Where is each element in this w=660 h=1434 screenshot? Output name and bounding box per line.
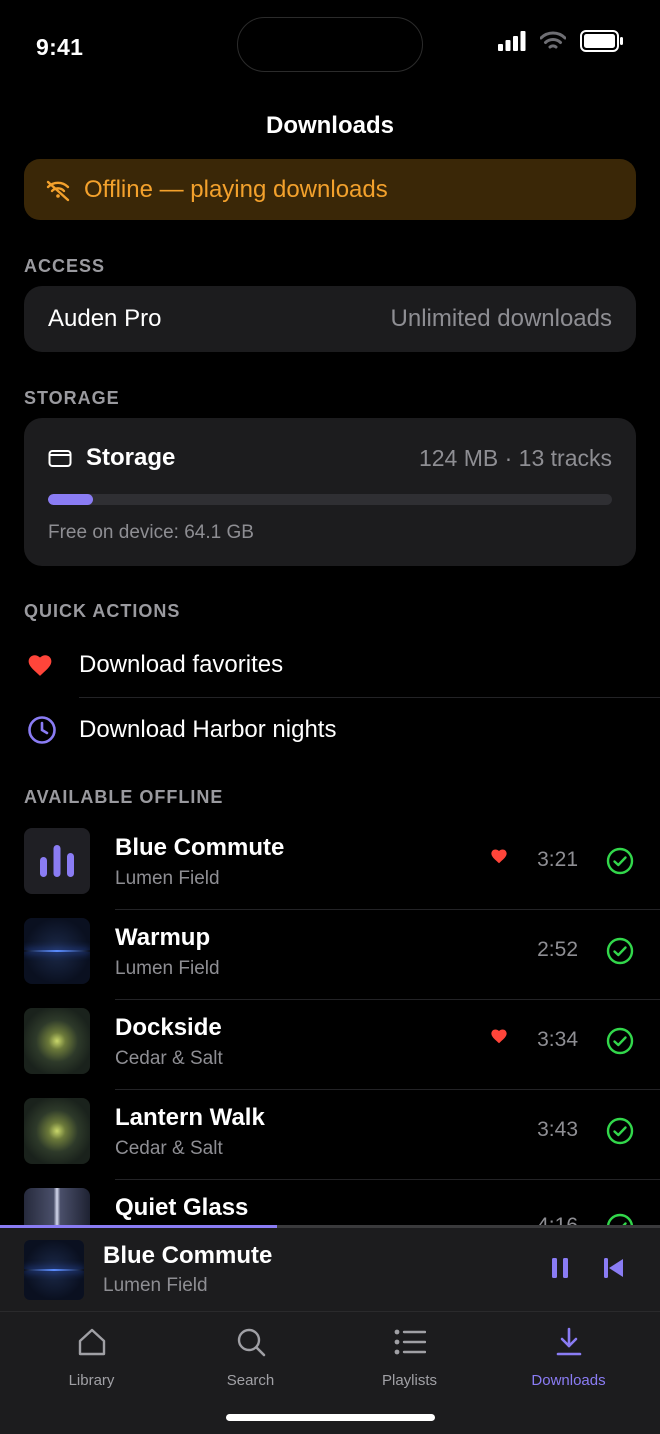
track-artist: Cedar & Salt	[115, 1138, 223, 1159]
track-artist: Lumen Field	[115, 958, 220, 979]
battery-icon	[580, 30, 624, 57]
downloaded-check-icon	[606, 1213, 634, 1225]
storage-progress-bar	[48, 494, 612, 505]
playback-progress-fill	[0, 1225, 278, 1228]
section-label-quick-actions: QUICK ACTIONS	[24, 601, 181, 621]
mini-player[interactable]: Blue Commute Lumen Field	[0, 1225, 660, 1311]
access-card[interactable]: Auden Pro Unlimited downloads	[24, 286, 636, 352]
tab-playlists[interactable]: Playlists	[327, 1312, 492, 1402]
list-icon	[394, 1326, 426, 1358]
downloaded-check-icon	[606, 847, 634, 875]
track-title: Dockside	[115, 1014, 222, 1041]
clock-icon	[27, 715, 57, 745]
signal-icon	[498, 31, 526, 56]
quick-action-label: Download Harbor nights	[79, 716, 337, 743]
track-title: Quiet Glass	[115, 1194, 249, 1221]
album-art	[24, 1008, 90, 1074]
album-art	[24, 1188, 90, 1225]
album-art	[24, 828, 90, 894]
tab-label: Downloads	[531, 1372, 606, 1389]
downloaded-check-icon	[606, 937, 634, 965]
track-duration: 3:34	[537, 1028, 578, 1051]
section-label-storage: STORAGE	[24, 388, 120, 408]
album-art	[24, 918, 90, 984]
track-duration: 3:43	[537, 1118, 578, 1141]
plan-name: Auden Pro	[48, 305, 162, 332]
track-row[interactable]: Blue Commute Lumen Field 3:21	[0, 820, 660, 910]
storage-free-text: Free on device: 64.1 GB	[48, 522, 254, 543]
downloaded-check-icon	[606, 1117, 634, 1145]
now-playing-art	[24, 1240, 84, 1300]
pause-button[interactable]	[549, 1256, 571, 1280]
downloaded-check-icon	[606, 1027, 634, 1055]
track-duration: 3:21	[537, 848, 578, 871]
storage-card: Storage 124 MB · 13 tracks Free on devic…	[24, 418, 636, 566]
now-playing-artist: Lumen Field	[103, 1275, 208, 1296]
home-indicator	[226, 1414, 435, 1421]
track-list: Blue Commute Lumen Field 3:21 Warmup Lum…	[0, 817, 660, 1225]
status-icons	[498, 30, 624, 57]
now-playing-title: Blue Commute	[103, 1242, 273, 1269]
tab-label: Search	[226, 1372, 275, 1389]
tab-label: Library	[68, 1372, 115, 1389]
track-title: Lantern Walk	[115, 1104, 265, 1131]
track-row[interactable]: Quiet Glass 4:16	[0, 1180, 660, 1225]
track-duration: 4:16	[537, 1214, 578, 1225]
previous-track-button[interactable]	[602, 1256, 626, 1280]
tab-library[interactable]: Library	[9, 1312, 174, 1402]
tab-label: Playlists	[381, 1372, 437, 1389]
quick-action-label: Download favorites	[79, 651, 284, 678]
track-row[interactable]: Warmup Lumen Field 2:52	[0, 910, 660, 1000]
pause-icon	[552, 1258, 568, 1278]
section-label-available-offline: AVAILABLE OFFLINE	[24, 787, 224, 807]
status-time: 9:41	[36, 34, 84, 60]
storage-progress-fill	[48, 494, 94, 505]
track-artist: Lumen Field	[115, 868, 220, 889]
track-row[interactable]: Dockside Cedar & Salt 3:34	[0, 1000, 660, 1090]
favorite-heart-icon[interactable]	[490, 848, 508, 864]
heart-icon	[27, 653, 53, 677]
download-playlist-row[interactable]: Download Harbor nights	[0, 698, 660, 762]
track-artist: Cedar & Salt	[115, 1048, 223, 1069]
track-row[interactable]: Lantern Walk Cedar & Salt 3:43	[0, 1090, 660, 1180]
playback-progress-bar[interactable]	[0, 1225, 660, 1228]
status-bar: 9:41	[0, 0, 660, 100]
folder-icon	[48, 448, 72, 468]
favorite-heart-icon[interactable]	[490, 1028, 508, 1044]
storage-summary: 124 MB · 13 tracks	[418, 444, 612, 471]
offline-banner-text: Offline — playing downloads	[84, 175, 388, 203]
wifi-off-icon	[44, 178, 72, 202]
track-duration: 2:52	[537, 938, 578, 961]
wifi-icon	[539, 31, 567, 56]
track-title: Warmup	[115, 924, 211, 951]
plan-value: Unlimited downloads	[390, 305, 612, 332]
section-label-access: ACCESS	[24, 256, 106, 276]
download-icon	[555, 1326, 583, 1358]
house-icon	[77, 1326, 107, 1358]
page-title: Downloads	[265, 112, 394, 139]
storage-title: Storage	[86, 444, 176, 471]
tab-search[interactable]: Search	[168, 1312, 333, 1402]
magnifier-icon	[236, 1326, 266, 1358]
skip-back-icon	[604, 1258, 623, 1278]
track-title: Blue Commute	[115, 834, 285, 861]
offline-banner: Offline — playing downloads	[24, 159, 636, 220]
album-art	[24, 1098, 90, 1164]
equalizer-icon	[40, 845, 74, 877]
tab-downloads[interactable]: Downloads	[486, 1312, 651, 1402]
download-favorites-row[interactable]: Download favorites	[0, 633, 660, 697]
dynamic-island	[237, 17, 423, 72]
